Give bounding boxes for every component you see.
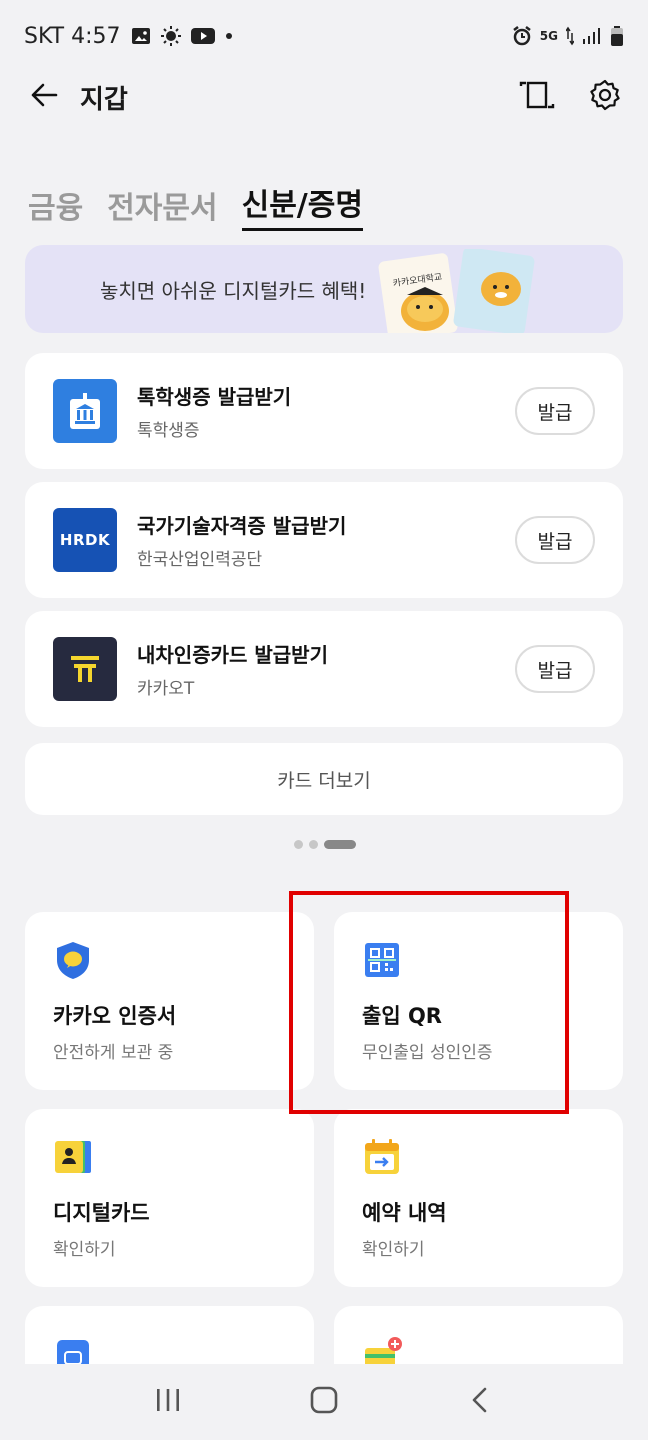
banner-text: 놓치면 아쉬운 디지털카드 혜택! [100,278,367,303]
kakao-t-logo-icon [53,637,117,701]
issue-title: 톡학생증 발급받기 [137,385,292,409]
page-title: 지갑 [80,84,128,115]
youtube-icon [190,26,215,46]
pager-dots [294,840,356,849]
issue-subtitle: 한국산업인력공단 [137,550,263,570]
issue-title: 내차인증카드 발급받기 [137,643,328,667]
issue-card-car-auth[interactable]: 내차인증카드 발급받기 카카오T 발급 [25,611,623,727]
id-card-icon [53,1137,93,1177]
grid-title: 카카오 인증서 [53,1004,177,1028]
grid-title: 예약 내역 [362,1201,447,1225]
promo-banner[interactable]: 놓치면 아쉬운 디지털카드 혜택! 카카오대학교 [25,245,623,333]
card-scan-icon [519,80,555,114]
issue-button[interactable]: 발급 [515,645,595,693]
more-cards-button[interactable]: 카드 더보기 [25,743,623,815]
app-bar: 지갑 [0,72,648,122]
home-icon [309,1385,339,1419]
tab-identity[interactable]: 신분/증명 [241,180,363,231]
carrier-time: SKT 4:57 [24,23,121,49]
tab-finance[interactable]: 금융 [28,183,83,231]
dot-icon [225,26,233,46]
issue-button[interactable]: 발급 [515,387,595,435]
hrdk-logo-icon: HRDK [53,508,117,572]
network-label: 5G [539,29,558,43]
banner-illustration: 카카오대학교 [373,247,543,333]
status-left: SKT 4:57 [24,24,233,49]
battery-icon [610,25,624,47]
recent-apps-icon [154,1386,182,1418]
calendar-icon [362,1137,402,1177]
issue-text: 톡학생증 발급받기 톡학생증 [137,381,291,441]
gallery-icon [131,26,151,46]
status-right: 5G [512,25,624,47]
gear-icon [588,78,622,116]
highlight-box [289,891,569,1114]
signal-icon [582,25,602,47]
hrdk-logo-text: HRDK [59,531,111,549]
settings-button[interactable] [586,78,624,116]
issue-button[interactable]: 발급 [515,516,595,564]
issue-subtitle: 톡학생증 [137,421,200,441]
grid-card-kakao-cert[interactable]: 카카오 인증서 안전하게 보관 중 [25,912,314,1090]
grid-card-digital-card[interactable]: 디지털카드 확인하기 [25,1109,314,1287]
issue-card-student-id[interactable]: 톡학생증 발급받기 톡학생증 발급 [25,353,623,469]
issue-subtitle: 카카오T [137,679,195,699]
wallet-tabs: 금융 전자문서 신분/증명 [28,180,363,231]
pager-dot-active [324,840,356,849]
issue-text: 국가기술자격증 발급받기 한국산업인력공단 [137,510,346,570]
nav-back-button[interactable] [450,1372,510,1432]
alarm-icon [512,25,532,47]
grid-subtitle: 확인하기 [362,1240,425,1260]
pager-dot [294,840,303,849]
shield-icon [53,940,93,980]
grid-subtitle: 안전하게 보관 중 [53,1043,174,1063]
app-bar-actions [518,78,624,116]
school-building-icon [53,379,117,443]
system-nav-bar [0,1364,648,1440]
home-button[interactable] [294,1372,354,1432]
issue-title: 국가기술자격증 발급받기 [137,514,347,538]
grid-title: 디지털카드 [53,1201,150,1225]
brightness-icon [160,26,181,46]
grid-subtitle: 확인하기 [53,1240,116,1260]
card-scan-button[interactable] [518,78,556,116]
status-bar: SKT 4:57 5G [0,0,648,72]
issue-text: 내차인증카드 발급받기 카카오T [137,639,328,699]
tab-edocuments[interactable]: 전자문서 [107,183,217,231]
back-icon [466,1386,494,1418]
grid-card-reservations[interactable]: 예약 내역 확인하기 [334,1109,623,1287]
recent-apps-button[interactable] [138,1372,198,1432]
back-button[interactable] [24,77,64,117]
back-arrow-icon [29,80,59,114]
data-arrows-icon [565,25,575,47]
pager-dot [309,840,318,849]
issue-card-national-license[interactable]: HRDK 국가기술자격증 발급받기 한국산업인력공단 발급 [25,482,623,598]
